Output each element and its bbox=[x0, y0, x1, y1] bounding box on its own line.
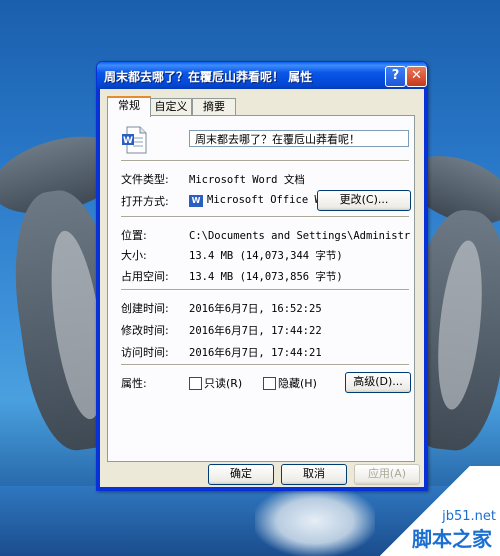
hidden-checkbox[interactable] bbox=[263, 377, 276, 390]
help-icon: ? bbox=[391, 68, 400, 83]
tab-summary[interactable]: 摘要 bbox=[192, 98, 236, 115]
svg-text:W: W bbox=[123, 136, 133, 146]
separator bbox=[121, 364, 409, 366]
open-with-value: Microsoft Office Wo bbox=[207, 194, 317, 206]
accessed-value: 2016年6月7日, 17:44:21 bbox=[189, 347, 322, 359]
file-type-label: 文件类型: bbox=[121, 173, 169, 186]
accessed-label: 访问时间: bbox=[121, 346, 169, 359]
modified-value: 2016年6月7日, 17:44:22 bbox=[189, 325, 322, 337]
tab-custom[interactable]: 自定义 bbox=[150, 98, 192, 115]
title-bar[interactable]: 周末都去哪了？在覆卮山莽看呢！ 属性 ? ✕ bbox=[97, 62, 427, 89]
modified-label: 修改时间: bbox=[121, 324, 169, 337]
advanced-button[interactable]: 高级(D)... bbox=[345, 372, 411, 393]
file-type-value: Microsoft Word 文档 bbox=[189, 174, 305, 186]
location-label: 位置: bbox=[121, 229, 147, 242]
size-on-disk-value: 13.4 MB (14,073,856 字节) bbox=[189, 271, 343, 283]
watermark-site: jb51.net bbox=[442, 509, 496, 524]
size-label: 大小: bbox=[121, 249, 147, 262]
readonly-checkbox[interactable] bbox=[189, 377, 202, 390]
properties-dialog: 周末都去哪了？在覆卮山莽看呢！ 属性 ? ✕ 常规 自定义 摘要 W 周末都去哪… bbox=[96, 61, 428, 491]
change-button[interactable]: 更改(C)... bbox=[317, 190, 411, 211]
close-button[interactable]: ✕ bbox=[406, 66, 427, 87]
readonly-label[interactable]: 只读(R) bbox=[204, 375, 242, 391]
word-app-icon: W bbox=[189, 195, 203, 207]
created-label: 创建时间: bbox=[121, 302, 169, 315]
cancel-button[interactable]: 取消 bbox=[281, 464, 347, 485]
help-button[interactable]: ? bbox=[385, 66, 406, 87]
attributes-label: 属性: bbox=[121, 377, 147, 390]
location-value: C:\Documents and Settings\Administrator\… bbox=[189, 230, 411, 242]
watermark-brand: 脚本之家 bbox=[412, 527, 492, 551]
ok-button[interactable]: 确定 bbox=[208, 464, 274, 485]
close-icon: ✕ bbox=[411, 68, 422, 83]
window-title: 周末都去哪了？在覆卮山莽看呢！ 属性 bbox=[104, 70, 313, 84]
file-name-field[interactable]: 周末都去哪了？在覆卮山莽看呢！ bbox=[189, 130, 409, 147]
separator bbox=[121, 216, 409, 218]
general-tab-panel: W 周末都去哪了？在覆卮山莽看呢！ 文件类型: Microsoft Word 文… bbox=[107, 115, 415, 462]
separator bbox=[121, 289, 409, 291]
apply-button[interactable]: 应用(A) bbox=[354, 464, 420, 485]
separator bbox=[121, 160, 409, 162]
dialog-body: 常规 自定义 摘要 W 周末都去哪了？在覆卮山莽看呢！ 文件类型: Micros… bbox=[97, 89, 427, 490]
created-value: 2016年6月7日, 16:52:25 bbox=[189, 303, 322, 315]
open-with-label: 打开方式: bbox=[121, 195, 169, 208]
word-document-icon: W bbox=[122, 126, 147, 154]
tab-general[interactable]: 常规 bbox=[107, 96, 151, 117]
size-on-disk-label: 占用空间: bbox=[121, 270, 169, 283]
size-value: 13.4 MB (14,073,344 字节) bbox=[189, 250, 343, 262]
hidden-label[interactable]: 隐藏(H) bbox=[278, 375, 317, 391]
